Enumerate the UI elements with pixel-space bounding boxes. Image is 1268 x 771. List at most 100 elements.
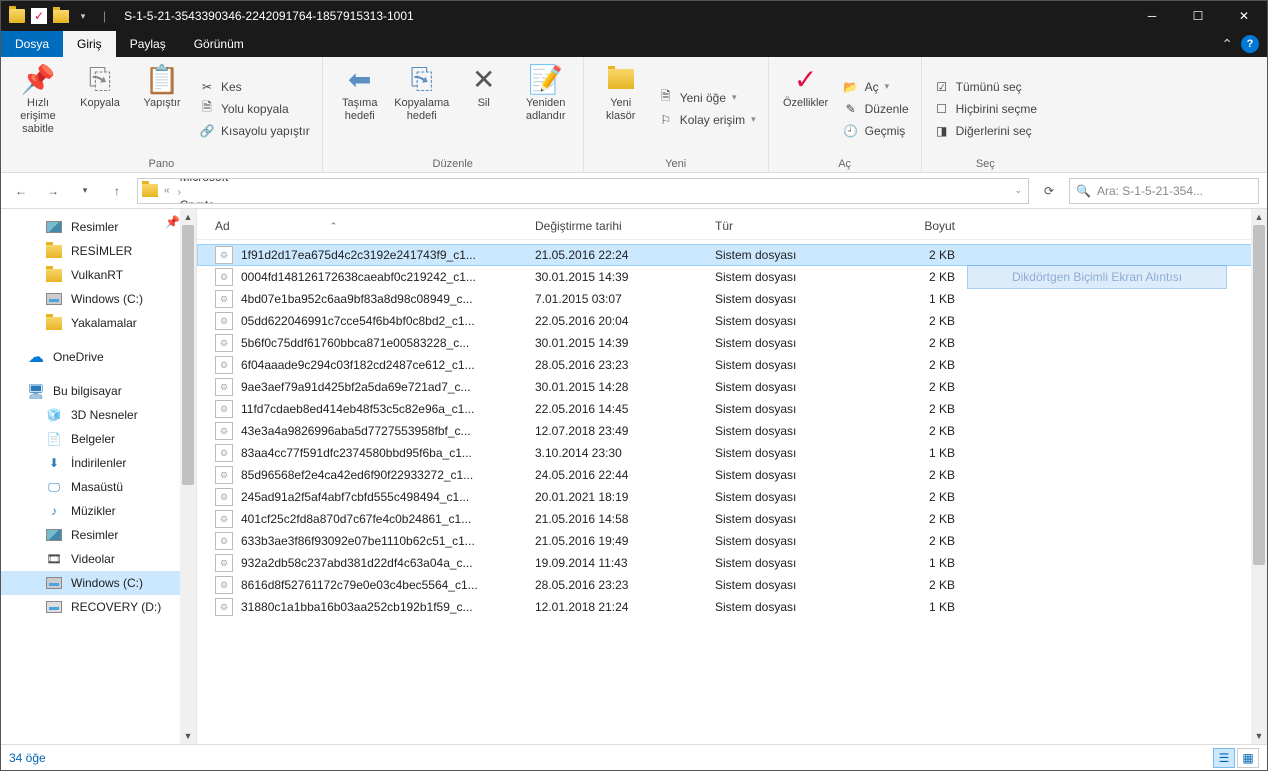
- table-row[interactable]: ⚙ 401cf25c2fd8a870d7c67fe4c0b24861_c1...…: [197, 508, 1267, 530]
- back-button[interactable]: ←: [9, 179, 33, 203]
- tab-view[interactable]: Görünüm: [180, 31, 258, 57]
- newitem-icon: 🗎: [658, 90, 674, 106]
- breadcrumb[interactable]: Microsoft: [176, 178, 474, 184]
- history-icon: 🕘: [843, 123, 859, 139]
- pin-quickaccess-button[interactable]: 📌 Hızlı erişime sabitle: [9, 61, 67, 156]
- up-button[interactable]: ↑: [105, 179, 129, 203]
- tab-file[interactable]: Dosya: [1, 31, 63, 57]
- sidebar-item-yakalamalar[interactable]: Yakalamalar: [1, 311, 196, 335]
- select-all-button[interactable]: ☑Tümünü seç: [930, 77, 1041, 97]
- col-name[interactable]: Ad⌃: [215, 215, 535, 237]
- sidebar-item-music[interactable]: ♪Müzikler: [1, 499, 196, 523]
- col-size[interactable]: Boyut: [865, 215, 955, 237]
- col-type[interactable]: Tür: [715, 215, 865, 237]
- table-row[interactable]: ⚙ 0004fd148126172638caeabf0c219242_c1...…: [197, 266, 1267, 288]
- delete-icon: ✕: [468, 63, 500, 95]
- copy-path-button[interactable]: 🗎Yolu kopyala: [195, 99, 314, 119]
- scroll-down-icon[interactable]: ▼: [180, 728, 196, 744]
- properties-button[interactable]: ✓Özellikler: [777, 61, 835, 156]
- table-row[interactable]: ⚙ 5b6f0c75ddf61760bbca871e00583228_c... …: [197, 332, 1267, 354]
- rename-button[interactable]: 📝Yeniden adlandır: [517, 61, 575, 156]
- paste-button[interactable]: 📋 Yapıştır: [133, 61, 191, 156]
- table-row[interactable]: ⚙ 932a2db58c237abd381d22df4c63a04a_c... …: [197, 552, 1267, 574]
- close-button[interactable]: ✕: [1221, 1, 1267, 31]
- easy-access-button[interactable]: ⚐Kolay erişim▾: [654, 110, 760, 130]
- scroll-down-icon[interactable]: ▼: [1251, 728, 1267, 744]
- new-folder-button[interactable]: Yeni klasör: [592, 61, 650, 156]
- ribbon-group-sec: ☑Tümünü seç ☐Hiçbirini seçme ◨Diğerlerin…: [922, 57, 1049, 172]
- qat-properties-icon[interactable]: ✓: [31, 8, 47, 24]
- move-to-button[interactable]: ⬅Taşıma hedefi: [331, 61, 389, 156]
- pin-icon[interactable]: 📌: [165, 215, 180, 229]
- table-row[interactable]: ⚙ 9ae3aef79a91d425bf2a5da69e721ad7_c... …: [197, 376, 1267, 398]
- view-details-button[interactable]: ☰: [1213, 748, 1235, 768]
- sidebar-scrollbar[interactable]: ▲ ▼: [180, 209, 196, 744]
- invert-selection-button[interactable]: ◨Diğerlerini seç: [930, 121, 1041, 141]
- sidebar-item-videos[interactable]: 🎞Videolar: [1, 547, 196, 571]
- breadcrumb[interactable]: Crypto: [176, 198, 474, 204]
- addr-dropdown-icon[interactable]: ⌄: [1014, 185, 1022, 196]
- sidebar-item-pc[interactable]: 🖥Bu bilgisayar: [1, 379, 196, 403]
- sidebar-item-winc2[interactable]: Windows (C:): [1, 571, 196, 595]
- scroll-thumb[interactable]: [1253, 225, 1265, 565]
- sidebar-item-downloads[interactable]: ⬇İndirilenler: [1, 451, 196, 475]
- scroll-up-icon[interactable]: ▲: [180, 209, 196, 225]
- history-button[interactable]: 🕘Geçmiş: [839, 121, 913, 141]
- ribbon-collapse-icon[interactable]: ⌃: [1221, 36, 1233, 53]
- delete-button[interactable]: ✕Sil: [455, 61, 513, 156]
- select-none-button[interactable]: ☐Hiçbirini seçme: [930, 99, 1041, 119]
- tab-home[interactable]: Giriş: [63, 31, 116, 57]
- view-icons-button[interactable]: ▦: [1237, 748, 1259, 768]
- file-icon: ⚙: [215, 576, 233, 594]
- sidebar-item-onedrive[interactable]: ☁OneDrive: [1, 345, 196, 369]
- scroll-thumb[interactable]: [182, 225, 194, 485]
- open-button[interactable]: 📂Aç▾: [839, 77, 913, 97]
- col-date[interactable]: Değiştirme tarihi: [535, 215, 715, 237]
- sidebar-item-winc[interactable]: Windows (C:): [1, 287, 196, 311]
- recent-dropdown[interactable]: ▾: [73, 179, 97, 203]
- sidebar-item-recovery[interactable]: RECOVERY (D:): [1, 595, 196, 619]
- tab-share[interactable]: Paylaş: [116, 31, 180, 57]
- copy-to-button[interactable]: ⎘Kopyalama hedefi: [393, 61, 451, 156]
- table-row[interactable]: ⚙ 31880c1a1bba16b03aa252cb192b1f59_c... …: [197, 596, 1267, 618]
- refresh-button[interactable]: ⟳: [1037, 179, 1061, 203]
- sidebar-item-docs[interactable]: 📄Belgeler: [1, 427, 196, 451]
- chevron-icon[interactable]: «: [162, 185, 172, 196]
- address-bar[interactable]: « AppData›Roaming›Microsoft›Crypto›RSA›S…: [137, 178, 1029, 204]
- table-row[interactable]: ⚙ 85d96568ef2e4ca42ed6f90f22933272_c1...…: [197, 464, 1267, 486]
- table-row[interactable]: ⚙ 245ad91a2f5af4abf7cbfd555c498494_c1...…: [197, 486, 1267, 508]
- forward-button[interactable]: →: [41, 179, 65, 203]
- table-row[interactable]: ⚙ 633b3ae3f86f93092e07be1110b62c51_c1...…: [197, 530, 1267, 552]
- help-icon[interactable]: ?: [1241, 35, 1259, 53]
- search-box[interactable]: 🔍 Ara: S-1-5-21-354...: [1069, 178, 1259, 204]
- minimize-button[interactable]: ─: [1129, 1, 1175, 31]
- sidebar-item-3d[interactable]: 🧊3D Nesneler: [1, 403, 196, 427]
- sidebar-item-desktop[interactable]: 🖵Masaüstü: [1, 475, 196, 499]
- file-date: 21.05.2016 19:49: [535, 534, 715, 548]
- sidebar-item-vulkan[interactable]: VulkanRT: [1, 263, 196, 287]
- sidebar-item-resimler2[interactable]: RESİMLER: [1, 239, 196, 263]
- file-date: 19.09.2014 11:43: [535, 556, 715, 570]
- maximize-button[interactable]: ☐: [1175, 1, 1221, 31]
- table-row[interactable]: ⚙ 05dd622046991c7cce54f6b4bf0c8bd2_c1...…: [197, 310, 1267, 332]
- copy-button[interactable]: ⎘ Kopyala: [71, 61, 129, 156]
- cut-button[interactable]: ✂Kes: [195, 77, 314, 97]
- table-row[interactable]: ⚙ 1f91d2d17ea675d4c2c3192e241743f9_c1...…: [197, 244, 1267, 266]
- sidebar-item-pictures[interactable]: Resimler: [1, 523, 196, 547]
- scroll-up-icon[interactable]: ▲: [1251, 209, 1267, 225]
- table-row[interactable]: ⚙ 6f04aaade9c294c03f182cd2487ce612_c1...…: [197, 354, 1267, 376]
- content-scrollbar[interactable]: ▲ ▼: [1251, 209, 1267, 744]
- chevron-right-icon[interactable]: ›: [176, 187, 183, 198]
- new-item-button[interactable]: 🗎Yeni öğe▾: [654, 88, 760, 108]
- folder-icon: [142, 184, 158, 197]
- table-row[interactable]: ⚙ 4bd07e1ba952c6aa9bf83a8d98c08949_c... …: [197, 288, 1267, 310]
- paste-shortcut-button[interactable]: 🔗Kısayolu yapıştır: [195, 121, 314, 141]
- edit-button[interactable]: ✎Düzenle: [839, 99, 913, 119]
- table-row[interactable]: ⚙ 8616d8f52761172c79e0e03c4bec5564_c1...…: [197, 574, 1267, 596]
- qat-newfolder-icon[interactable]: [53, 8, 69, 24]
- table-row[interactable]: ⚙ 11fd7cdaeb8ed414eb48f53c5c82e96a_c1...…: [197, 398, 1267, 420]
- table-row[interactable]: ⚙ 83aa4cc77f591dfc2374580bbd95f6ba_c1...…: [197, 442, 1267, 464]
- qat-dropdown-icon[interactable]: ▾: [75, 8, 91, 24]
- file-icon: ⚙: [215, 422, 233, 440]
- table-row[interactable]: ⚙ 43e3a4a9826996aba5d7727553958fbf_c... …: [197, 420, 1267, 442]
